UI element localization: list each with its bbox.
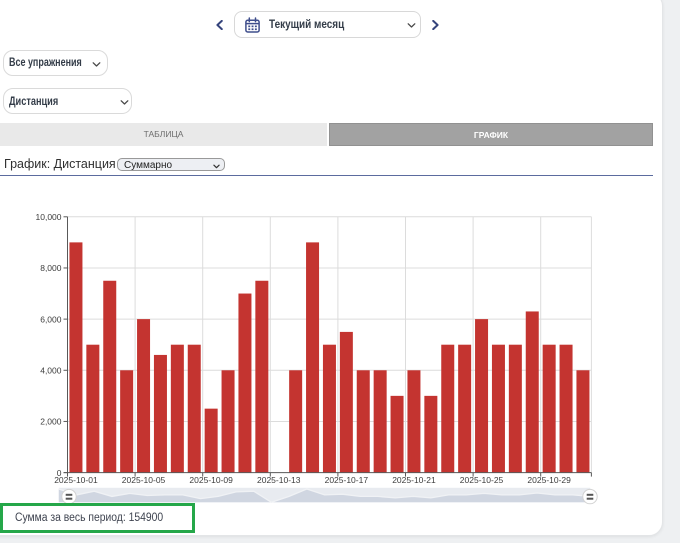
svg-text:2025-10-05: 2025-10-05 (122, 475, 166, 485)
svg-text:2025-10-01: 2025-10-01 (54, 475, 98, 485)
svg-text:2025-10-17: 2025-10-17 (325, 475, 369, 485)
svg-text:2025-10-29: 2025-10-29 (527, 475, 571, 485)
svg-text:2,000: 2,000 (40, 417, 62, 427)
svg-text:2025-10-25: 2025-10-25 (460, 475, 504, 485)
svg-text:2025-10-21: 2025-10-21 (392, 475, 436, 485)
svg-text:2025-10-09: 2025-10-09 (189, 475, 233, 485)
svg-text:8,000: 8,000 (40, 263, 62, 273)
svg-text:10,000: 10,000 (36, 212, 62, 222)
svg-text:2025-10-13: 2025-10-13 (257, 475, 301, 485)
svg-text:6,000: 6,000 (40, 314, 62, 324)
svg-text:4,000: 4,000 (40, 365, 62, 375)
